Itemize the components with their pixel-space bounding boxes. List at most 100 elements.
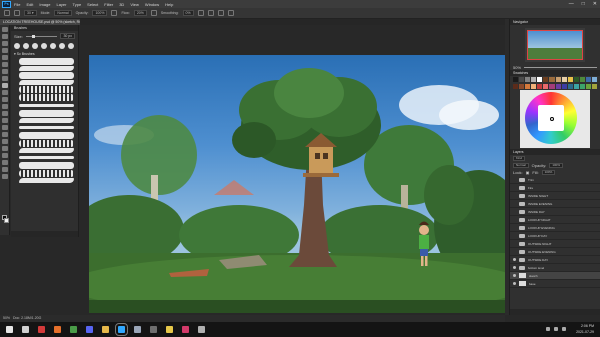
explorer-icon[interactable]: [102, 326, 109, 333]
recent-brush-preset[interactable]: [50, 43, 56, 49]
color-swatch[interactable]: [549, 83, 555, 89]
layer-blend-mode-dropdown[interactable]: Normal: [513, 163, 529, 168]
brush-stroke-preview[interactable]: [19, 86, 74, 93]
brush-size-slider[interactable]: [25, 34, 58, 38]
maximize-button[interactable]: □: [582, 1, 585, 7]
pressure-opacity-icon[interactable]: [111, 10, 118, 16]
visibility-eye-icon[interactable]: [513, 266, 516, 269]
color-swatch[interactable]: [531, 83, 537, 89]
menu-file[interactable]: File: [14, 2, 20, 7]
quick-select-tool-icon[interactable]: [2, 48, 8, 53]
artwork-canvas[interactable]: [89, 55, 505, 313]
color-swatch[interactable]: [561, 77, 567, 82]
chrome-icon[interactable]: [70, 326, 77, 333]
swatches-panel-title[interactable]: Swatches: [510, 70, 600, 76]
visibility-eye-icon[interactable]: [513, 258, 516, 261]
visibility-eye-icon[interactable]: [513, 178, 516, 181]
brush-stroke-preview[interactable]: [19, 118, 74, 123]
color-swatch[interactable]: [537, 77, 543, 82]
visibility-eye-icon[interactable]: [513, 234, 516, 237]
navigator-preview[interactable]: [525, 28, 585, 62]
brush-stroke-preview[interactable]: [19, 110, 74, 117]
pen-tool-icon[interactable]: [2, 132, 8, 137]
brush-stroke-preview[interactable]: [19, 170, 74, 177]
hand-tool-icon[interactable]: [2, 160, 8, 165]
brush-stroke-preview[interactable]: [19, 80, 74, 85]
layer-kind-filter[interactable]: Kind: [513, 156, 526, 161]
notes-icon[interactable]: [166, 326, 173, 333]
menu-layer[interactable]: Layer: [56, 2, 66, 7]
angle-icon[interactable]: [207, 10, 214, 16]
flow-field[interactable]: 20%: [133, 10, 147, 16]
pressure-size-icon[interactable]: [217, 10, 224, 16]
blur-tool-icon[interactable]: [2, 118, 8, 123]
start-icon[interactable]: [6, 326, 13, 333]
recent-brush-preset[interactable]: [23, 43, 29, 49]
brush-stroke-preview[interactable]: [19, 104, 74, 107]
brush-stroke-preview[interactable]: [19, 58, 74, 65]
color-swatch[interactable]: [549, 77, 555, 82]
terminal-icon[interactable]: [198, 326, 205, 333]
lasso-tool-icon[interactable]: [2, 41, 8, 46]
brush-stroke-preview[interactable]: [19, 126, 74, 129]
color-wheel-panel[interactable]: [520, 90, 590, 148]
color-swatch[interactable]: [531, 77, 537, 82]
color-swatch[interactable]: [537, 83, 543, 89]
visibility-eye-icon[interactable]: [513, 202, 516, 205]
layer-row[interactable]: OUTSIDE NIGHT: [510, 240, 600, 248]
eraser-tool-icon[interactable]: [2, 104, 8, 109]
layer-row[interactable]: Fire: [510, 184, 600, 192]
brush-size-field[interactable]: 30 px: [60, 33, 75, 39]
layer-row[interactable]: LOOKUP NIGHT: [510, 216, 600, 224]
visibility-eye-icon[interactable]: [513, 274, 516, 277]
color-swatch[interactable]: [513, 77, 519, 82]
layer-row[interactable]: OUTSIDE EVENING: [510, 248, 600, 256]
steam-icon[interactable]: [134, 326, 141, 333]
type-tool-icon[interactable]: [2, 139, 8, 144]
brush-stroke-preview[interactable]: [19, 148, 74, 153]
brush-stroke-preview[interactable]: [19, 178, 74, 183]
color-swatch[interactable]: [525, 83, 531, 89]
photoshop-icon[interactable]: [115, 323, 128, 336]
color-swatch[interactable]: [543, 83, 549, 89]
layer-fill-field[interactable]: 100%: [541, 170, 556, 175]
shape-tool-icon[interactable]: [2, 153, 8, 158]
color-swatch[interactable]: [525, 77, 531, 82]
visibility-eye-icon[interactable]: [513, 242, 516, 245]
layer-row[interactable]: INSIDE EVENING: [510, 200, 600, 208]
brush-stroke-preview[interactable]: [19, 140, 74, 147]
home-icon[interactable]: [4, 10, 10, 16]
volume-icon[interactable]: [554, 327, 558, 331]
visibility-eye-icon[interactable]: [513, 186, 516, 189]
taskbar-clock[interactable]: 2:06 PM 2021-07-29: [576, 323, 594, 335]
media-icon[interactable]: [38, 326, 45, 333]
layer-row[interactable]: INSIDE NIGHT: [510, 192, 600, 200]
brush-tool-icon[interactable]: [14, 10, 20, 16]
lock-icon[interactable]: ▣: [526, 170, 530, 175]
close-button[interactable]: ✕: [593, 1, 597, 7]
battery-icon[interactable]: [562, 327, 566, 331]
color-swatch[interactable]: [585, 83, 591, 89]
move-tool-icon[interactable]: [2, 27, 8, 32]
layer-row[interactable]: LOOKUP DAY: [510, 232, 600, 240]
color-swatch[interactable]: [573, 83, 579, 89]
visibility-eye-icon[interactable]: [513, 218, 516, 221]
layer-row[interactable]: base: [510, 280, 600, 288]
recent-brush-preset[interactable]: [68, 43, 74, 49]
visibility-eye-icon[interactable]: [513, 282, 516, 285]
color-swatch[interactable]: [519, 77, 525, 82]
brush-size-slider-knob[interactable]: [32, 34, 36, 38]
crop-tool-icon[interactable]: [2, 55, 8, 60]
brush-stroke-preview[interactable]: [19, 162, 74, 169]
marquee-tool-icon[interactable]: [2, 34, 8, 39]
eyedropper-tool-icon[interactable]: [2, 69, 8, 74]
menu-window[interactable]: Window: [145, 2, 159, 7]
layer-row[interactable]: sketch: [510, 272, 600, 280]
color-swatch[interactable]: [567, 77, 573, 82]
brush-preset-picker[interactable]: 30 ▾: [24, 10, 37, 16]
color-swatch[interactable]: [591, 77, 597, 82]
gear-icon[interactable]: [197, 10, 204, 16]
discord-icon[interactable]: [86, 326, 93, 333]
menu-help[interactable]: Help: [165, 2, 173, 7]
visibility-eye-icon[interactable]: [513, 210, 516, 213]
